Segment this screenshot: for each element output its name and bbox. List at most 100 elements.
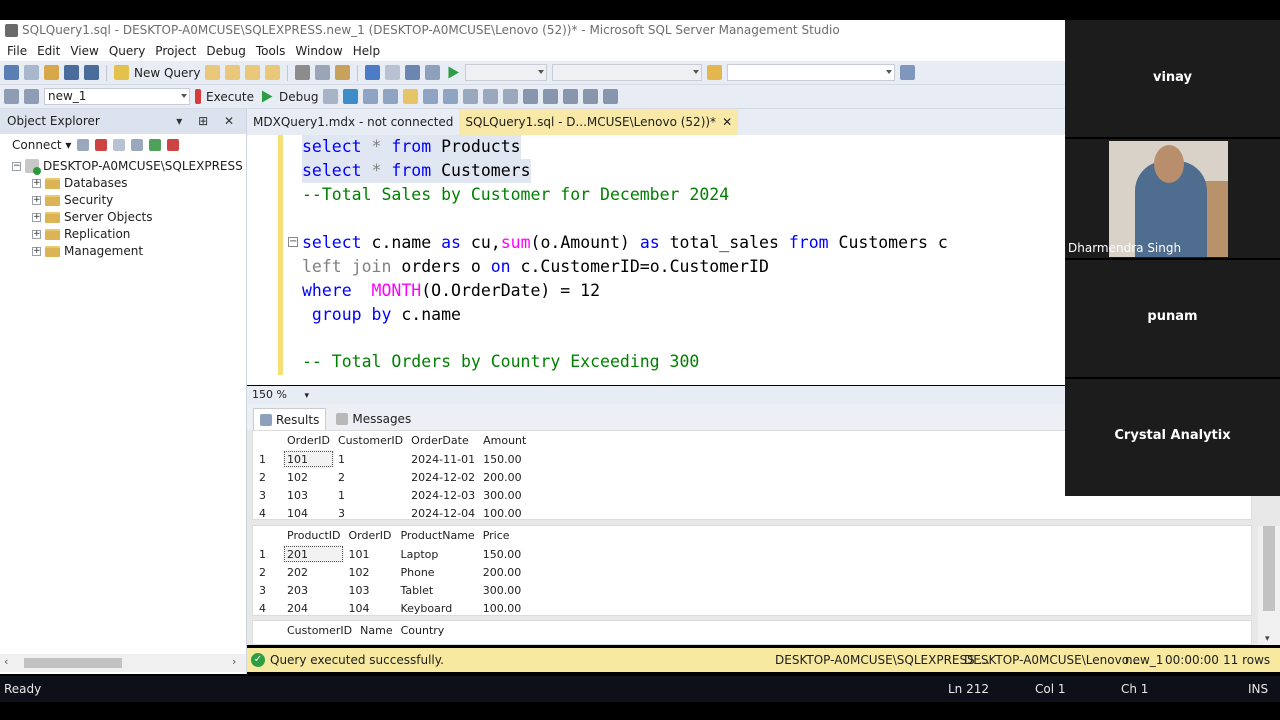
column-header[interactable]: Name [356,621,397,640]
zoom-dropdown-arrow-icon[interactable]: ▾ [304,391,309,401]
menu-query[interactable]: Query [104,44,150,58]
grid-cell[interactable]: 203 [283,581,344,599]
participant-tile[interactable]: vinay [1065,20,1280,137]
column-header[interactable]: OrderID [344,526,397,545]
redo-icon[interactable] [385,65,401,80]
connect-icon[interactable] [4,89,19,104]
results-vertical-scrollbar[interactable]: ▾ [1258,526,1280,645]
grid-cell[interactable]: 2024-11-01 [407,450,479,468]
results-to-grid-icon[interactable] [403,89,419,104]
grid-cell[interactable]: 300.00 [479,581,527,599]
grid-cell[interactable]: 2024-12-02 [407,468,479,486]
menu-help[interactable]: Help [348,44,385,58]
grid-cell[interactable]: 300.00 [479,486,530,504]
save-all-icon[interactable] [84,65,99,80]
grid-cell[interactable]: 102 [283,468,334,486]
column-header[interactable]: ProductName [396,526,479,545]
grid-cell[interactable]: 103 [344,581,396,599]
grid-cell[interactable]: 2 [334,468,407,486]
panel-window-buttons[interactable]: ▾ ⊞ ✕ [176,109,240,134]
add-item-icon[interactable] [24,65,39,80]
participant-tile[interactable]: punam [1065,260,1280,377]
expand-icon[interactable]: + [32,246,41,256]
grid-cell[interactable]: 100.00 [479,504,530,522]
solution-config-dropdown[interactable] [465,64,548,81]
filter-icon[interactable] [131,139,144,151]
expand-icon[interactable]: + [32,212,41,222]
solution-explorer-icon[interactable] [425,65,441,80]
grid-cell[interactable]: Phone [396,563,478,581]
connect-object-icon[interactable] [77,139,90,151]
column-header[interactable]: OrderID [283,431,334,450]
connect-dropdown[interactable]: Connect ▾ [12,138,71,152]
grid-cell[interactable]: Keyboard [396,599,478,617]
debug-button[interactable]: Debug [279,90,318,104]
grid-cell[interactable]: 201 [283,545,345,563]
scroll-down-icon[interactable]: ▾ [1265,634,1270,644]
scroll-thumb[interactable] [1263,526,1275,611]
stop-icon[interactable] [113,139,126,151]
object-explorer-horizontal-scrollbar[interactable]: ‹ › [0,654,246,672]
grid-cell[interactable]: 150.00 [479,545,527,563]
grid-cell[interactable]: 200.00 [479,468,530,486]
change-connection-icon[interactable] [24,89,39,104]
copy-icon[interactable] [315,65,331,80]
find-in-files-icon[interactable] [707,65,723,80]
new-project-icon[interactable] [4,65,19,80]
start-icon[interactable] [448,66,459,79]
zoom-level-dropdown[interactable]: 150 % [252,388,287,401]
grid-cell[interactable]: 1 [334,450,407,468]
grid-cell[interactable]: 101 [344,545,396,563]
cut-icon[interactable] [295,65,311,80]
results-to-grid-alt-icon[interactable] [483,89,499,104]
table-row[interactable]: 2 202 102 Phone 200.00 [253,563,527,581]
tree-node-server-objects[interactable]: + Server Objects [32,209,153,225]
menu-window[interactable]: Window [290,44,347,58]
outline-collapse-icon[interactable]: − [288,237,298,247]
expand-icon[interactable]: + [32,229,41,239]
activity-monitor-icon[interactable] [167,139,180,151]
expand-icon[interactable]: + [32,195,41,205]
comment-icon[interactable] [523,89,539,104]
column-header[interactable]: CustomerID [334,431,408,450]
table-row[interactable]: 4 104 3 2024-12-04 100.00 [253,504,530,522]
tree-node-security[interactable]: + Security [32,192,113,208]
execute-button[interactable]: Execute [206,90,254,104]
results-to-text-icon[interactable] [463,89,479,104]
tree-node-databases[interactable]: + Databases [32,175,128,191]
table-row[interactable]: 1 101 1 2024-11-01 150.00 [253,450,530,468]
specify-values-icon[interactable] [603,89,619,104]
grid-cell[interactable]: Laptop [396,545,478,563]
scroll-right-icon[interactable]: › [232,655,236,668]
increase-indent-icon[interactable] [583,89,599,104]
include-plan-icon[interactable] [423,89,439,104]
column-header[interactable]: ProductID [283,526,345,545]
save-icon[interactable] [64,65,79,80]
column-header[interactable]: Price [478,526,527,545]
cancel-query-icon[interactable] [323,89,339,104]
navigate-icon[interactable] [405,65,421,80]
uncomment-icon[interactable] [543,89,559,104]
grid-cell[interactable]: 104 [283,504,334,522]
results-to-file-icon[interactable] [503,89,519,104]
mdx-query-icon[interactable] [245,65,261,80]
grid-cell[interactable]: 2024-12-03 [407,486,479,504]
table-row[interactable]: 1 201 101 Laptop 150.00 [253,545,527,563]
expand-icon[interactable]: + [32,178,41,188]
grid-cell[interactable]: 202 [283,563,344,581]
disconnect-icon[interactable] [95,139,108,151]
grid-cell[interactable]: Tablet [396,581,478,599]
grid-cell[interactable]: 150.00 [479,450,530,468]
tab-messages[interactable]: Messages [330,408,417,430]
database-engine-query-icon[interactable] [205,65,221,80]
customers-result-grid[interactable]: CustomerID Name Country [252,620,1252,645]
grid-cell[interactable]: 101 [283,450,334,468]
grid-cell[interactable]: 200.00 [479,563,527,581]
client-statistics-icon[interactable] [443,89,459,104]
new-query-button[interactable]: New Query [134,66,200,80]
tab-mdxquery1[interactable]: MDXQuery1.mdx - not connected [247,109,459,135]
grid-cell[interactable]: 2024-12-04 [407,504,479,522]
column-header[interactable]: Country [396,621,457,640]
table-row[interactable]: 3 103 1 2024-12-03 300.00 [253,486,530,504]
grid-cell[interactable]: 104 [344,599,396,617]
